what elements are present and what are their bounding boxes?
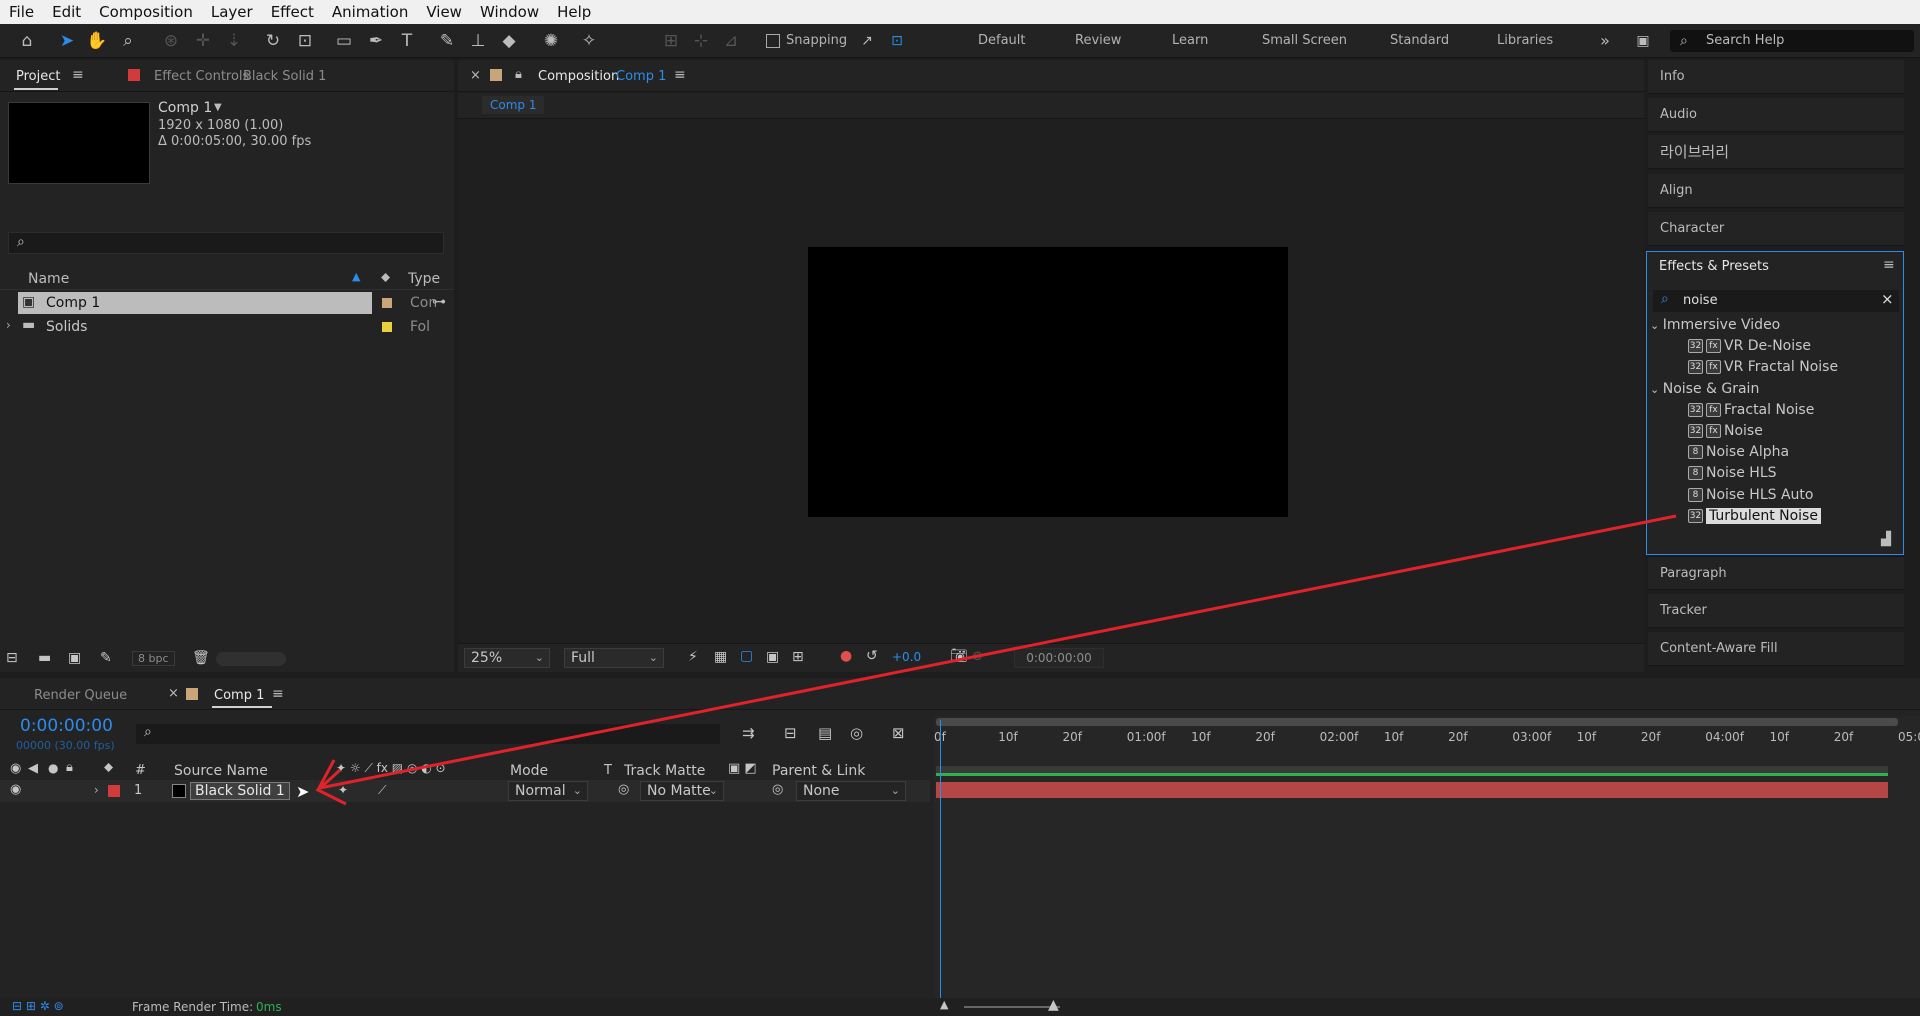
mouse-cursor-icon: ➤ bbox=[296, 782, 310, 801]
drag-annotation-arrow bbox=[315, 514, 1677, 806]
arrow-line bbox=[319, 514, 1677, 790]
